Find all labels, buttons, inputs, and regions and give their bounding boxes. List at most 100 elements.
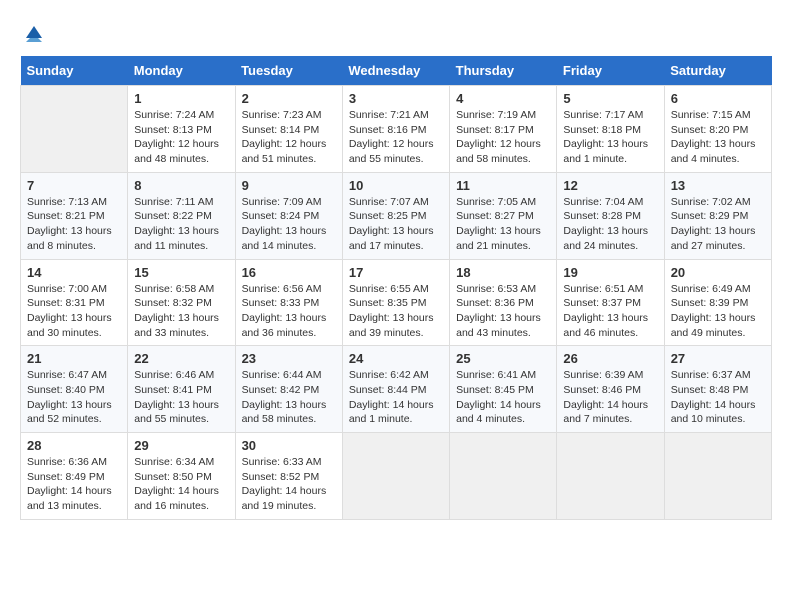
day-info: Sunrise: 7:04 AMSunset: 8:28 PMDaylight:… <box>563 195 657 254</box>
calendar-table: SundayMondayTuesdayWednesdayThursdayFrid… <box>20 56 772 520</box>
day-number: 3 <box>349 91 443 106</box>
day-info: Sunrise: 7:15 AMSunset: 8:20 PMDaylight:… <box>671 108 765 167</box>
calendar-day-cell: 5 Sunrise: 7:17 AMSunset: 8:18 PMDaylight… <box>557 86 664 173</box>
day-number: 2 <box>242 91 336 106</box>
day-number: 27 <box>671 351 765 366</box>
calendar-day-cell: 13 Sunrise: 7:02 AMSunset: 8:29 PMDayligh… <box>664 172 771 259</box>
calendar-day-cell: 26 Sunrise: 6:39 AMSunset: 8:46 PMDayligh… <box>557 346 664 433</box>
day-number: 12 <box>563 178 657 193</box>
day-info: Sunrise: 6:39 AMSunset: 8:46 PMDaylight:… <box>563 368 657 427</box>
calendar-day-cell: 2 Sunrise: 7:23 AMSunset: 8:14 PMDaylight… <box>235 86 342 173</box>
day-number: 4 <box>456 91 550 106</box>
calendar-header-row: SundayMondayTuesdayWednesdayThursdayFrid… <box>21 56 772 86</box>
day-number: 11 <box>456 178 550 193</box>
day-number: 30 <box>242 438 336 453</box>
day-info: Sunrise: 6:46 AMSunset: 8:41 PMDaylight:… <box>134 368 228 427</box>
day-number: 8 <box>134 178 228 193</box>
day-info: Sunrise: 6:33 AMSunset: 8:52 PMDaylight:… <box>242 455 336 514</box>
calendar-day-cell: 22 Sunrise: 6:46 AMSunset: 8:41 PMDayligh… <box>128 346 235 433</box>
calendar-week-row: 21Sunrise: 6:47 AMSunset: 8:40 PMDayligh… <box>21 346 772 433</box>
day-info: Sunrise: 7:02 AMSunset: 8:29 PMDaylight:… <box>671 195 765 254</box>
day-info: Sunrise: 6:41 AMSunset: 8:45 PMDaylight:… <box>456 368 550 427</box>
calendar-day-cell: 15 Sunrise: 6:58 AMSunset: 8:32 PMDayligh… <box>128 259 235 346</box>
logo-icon <box>22 20 46 44</box>
day-of-week-header: Thursday <box>450 56 557 86</box>
day-info: Sunrise: 7:09 AMSunset: 8:24 PMDaylight:… <box>242 195 336 254</box>
calendar-day-cell: 1 Sunrise: 7:24 AMSunset: 8:13 PMDaylight… <box>128 86 235 173</box>
day-of-week-header: Saturday <box>664 56 771 86</box>
calendar-day-cell: 8 Sunrise: 7:11 AMSunset: 8:22 PMDaylight… <box>128 172 235 259</box>
day-info: Sunrise: 7:11 AMSunset: 8:22 PMDaylight:… <box>134 195 228 254</box>
day-info: Sunrise: 7:23 AMSunset: 8:14 PMDaylight:… <box>242 108 336 167</box>
day-number: 16 <box>242 265 336 280</box>
day-number: 18 <box>456 265 550 280</box>
day-number: 6 <box>671 91 765 106</box>
calendar-week-row: 14 Sunrise: 7:00 AMSunset: 8:31 PMDayligh… <box>21 259 772 346</box>
calendar-day-cell: 23Sunrise: 6:44 AMSunset: 8:42 PMDayligh… <box>235 346 342 433</box>
day-of-week-header: Monday <box>128 56 235 86</box>
day-info: Sunrise: 7:19 AMSunset: 8:17 PMDaylight:… <box>456 108 550 167</box>
day-info: Sunrise: 7:07 AMSunset: 8:25 PMDaylight:… <box>349 195 443 254</box>
day-info: Sunrise: 7:24 AMSunset: 8:13 PMDaylight:… <box>134 108 228 167</box>
calendar-day-cell: 27 Sunrise: 6:37 AMSunset: 8:48 PMDayligh… <box>664 346 771 433</box>
day-number: 25 <box>456 351 550 366</box>
day-info: Sunrise: 6:34 AMSunset: 8:50 PMDaylight:… <box>134 455 228 514</box>
day-number: 7 <box>27 178 121 193</box>
day-number: 22 <box>134 351 228 366</box>
calendar-week-row: 1 Sunrise: 7:24 AMSunset: 8:13 PMDaylight… <box>21 86 772 173</box>
calendar-day-cell <box>450 433 557 520</box>
calendar-day-cell: 10 Sunrise: 7:07 AMSunset: 8:25 PMDayligh… <box>342 172 449 259</box>
calendar-day-cell: 30 Sunrise: 6:33 AMSunset: 8:52 PMDayligh… <box>235 433 342 520</box>
day-number: 26 <box>563 351 657 366</box>
day-number: 14 <box>27 265 121 280</box>
day-info: Sunrise: 6:55 AMSunset: 8:35 PMDaylight:… <box>349 282 443 341</box>
day-info: Sunrise: 7:13 AMSunset: 8:21 PMDaylight:… <box>27 195 121 254</box>
day-info: Sunrise: 6:37 AMSunset: 8:48 PMDaylight:… <box>671 368 765 427</box>
day-info: Sunrise: 7:17 AMSunset: 8:18 PMDaylight:… <box>563 108 657 167</box>
day-number: 15 <box>134 265 228 280</box>
calendar-day-cell: 18Sunrise: 6:53 AMSunset: 8:36 PMDayligh… <box>450 259 557 346</box>
calendar-day-cell: 17 Sunrise: 6:55 AMSunset: 8:35 PMDayligh… <box>342 259 449 346</box>
calendar-day-cell: 21Sunrise: 6:47 AMSunset: 8:40 PMDayligh… <box>21 346 128 433</box>
day-info: Sunrise: 6:44 AMSunset: 8:42 PMDaylight:… <box>242 368 336 427</box>
day-number: 19 <box>563 265 657 280</box>
calendar-week-row: 28 Sunrise: 6:36 AMSunset: 8:49 PMDayligh… <box>21 433 772 520</box>
day-of-week-header: Friday <box>557 56 664 86</box>
day-info: Sunrise: 6:51 AMSunset: 8:37 PMDaylight:… <box>563 282 657 341</box>
calendar-day-cell <box>21 86 128 173</box>
day-number: 9 <box>242 178 336 193</box>
calendar-day-cell: 19 Sunrise: 6:51 AMSunset: 8:37 PMDayligh… <box>557 259 664 346</box>
day-number: 13 <box>671 178 765 193</box>
day-number: 24 <box>349 351 443 366</box>
calendar-day-cell <box>664 433 771 520</box>
calendar-day-cell: 14 Sunrise: 7:00 AMSunset: 8:31 PMDayligh… <box>21 259 128 346</box>
calendar-day-cell: 28 Sunrise: 6:36 AMSunset: 8:49 PMDayligh… <box>21 433 128 520</box>
day-info: Sunrise: 7:21 AMSunset: 8:16 PMDaylight:… <box>349 108 443 167</box>
day-of-week-header: Sunday <box>21 56 128 86</box>
day-info: Sunrise: 6:58 AMSunset: 8:32 PMDaylight:… <box>134 282 228 341</box>
day-number: 29 <box>134 438 228 453</box>
day-number: 28 <box>27 438 121 453</box>
day-info: Sunrise: 6:56 AMSunset: 8:33 PMDaylight:… <box>242 282 336 341</box>
day-number: 5 <box>563 91 657 106</box>
calendar-week-row: 7 Sunrise: 7:13 AMSunset: 8:21 PMDaylight… <box>21 172 772 259</box>
calendar-day-cell: 12 Sunrise: 7:04 AMSunset: 8:28 PMDayligh… <box>557 172 664 259</box>
day-info: Sunrise: 6:36 AMSunset: 8:49 PMDaylight:… <box>27 455 121 514</box>
day-number: 1 <box>134 91 228 106</box>
day-number: 17 <box>349 265 443 280</box>
calendar-day-cell: 3 Sunrise: 7:21 AMSunset: 8:16 PMDaylight… <box>342 86 449 173</box>
calendar-day-cell <box>342 433 449 520</box>
logo <box>20 20 46 40</box>
day-number: 10 <box>349 178 443 193</box>
calendar-day-cell: 29 Sunrise: 6:34 AMSunset: 8:50 PMDayligh… <box>128 433 235 520</box>
day-number: 20 <box>671 265 765 280</box>
calendar-day-cell: 16 Sunrise: 6:56 AMSunset: 8:33 PMDayligh… <box>235 259 342 346</box>
calendar-day-cell: 7 Sunrise: 7:13 AMSunset: 8:21 PMDaylight… <box>21 172 128 259</box>
day-info: Sunrise: 6:42 AMSunset: 8:44 PMDaylight:… <box>349 368 443 427</box>
day-info: Sunrise: 6:49 AMSunset: 8:39 PMDaylight:… <box>671 282 765 341</box>
calendar-day-cell: 20 Sunrise: 6:49 AMSunset: 8:39 PMDayligh… <box>664 259 771 346</box>
day-info: Sunrise: 7:00 AMSunset: 8:31 PMDaylight:… <box>27 282 121 341</box>
calendar-day-cell: 6 Sunrise: 7:15 AMSunset: 8:20 PMDaylight… <box>664 86 771 173</box>
calendar-day-cell: 4 Sunrise: 7:19 AMSunset: 8:17 PMDaylight… <box>450 86 557 173</box>
day-number: 21 <box>27 351 121 366</box>
